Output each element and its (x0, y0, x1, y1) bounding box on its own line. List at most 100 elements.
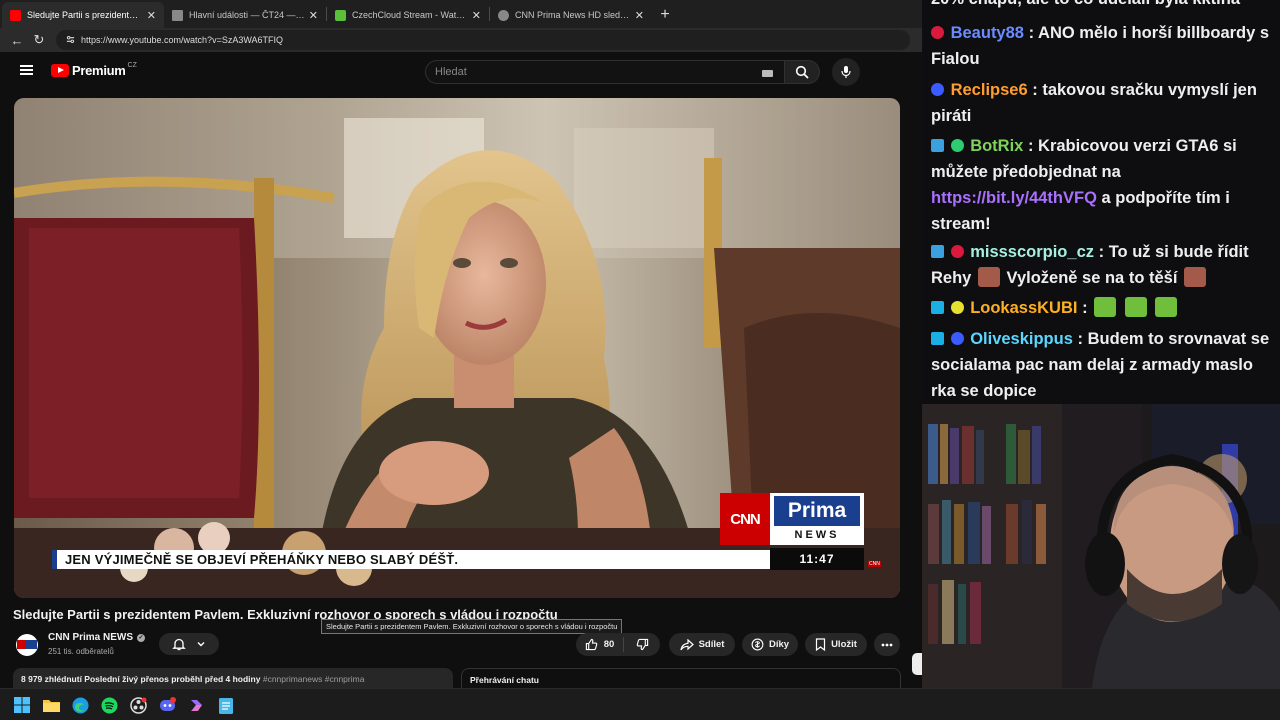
bot-badge-icon (931, 139, 944, 152)
discord-icon[interactable] (158, 696, 176, 714)
tab-ct24[interactable]: Hlavní události — ČT24 — Česká ✕ (164, 2, 326, 28)
avatar-prima-block (26, 640, 37, 649)
spotify-icon[interactable] (100, 696, 118, 714)
money-emote-icon (1124, 297, 1147, 317)
cnn-logo: CNN (720, 493, 770, 545)
subscription-bell-button[interactable] (159, 633, 219, 655)
file-explorer-icon[interactable] (42, 696, 60, 714)
screen: Sledujte Partii s prezidentem Pavle ✕ Hl… (0, 0, 1280, 720)
chat-message: LookassKUBI : (931, 295, 1271, 321)
prima-logo-bottom: NEWS (794, 528, 840, 541)
search-placeholder: Hledat (435, 66, 467, 78)
thumbs-down-icon (636, 638, 648, 651)
close-tab-icon[interactable]: ✕ (309, 9, 318, 22)
avatar-cnn-block (17, 640, 26, 649)
chat-username[interactable]: Oliveskippus (970, 330, 1073, 348)
chat-message: Oliveskippus : Budem to srovnavat se soc… (931, 330, 1270, 400)
like-button[interactable]: 80 (576, 637, 624, 652)
chat-username[interactable]: Beauty88 (951, 24, 1024, 42)
voice-search-button[interactable] (832, 58, 860, 86)
scroll-handle[interactable] (912, 653, 922, 675)
save-button[interactable]: Uložit (805, 633, 867, 656)
viewer-badge-icon (950, 332, 964, 345)
chat-username[interactable]: Reclipse6 (951, 81, 1028, 99)
youtube-premium-logo[interactable]: Premium CZ (51, 62, 137, 78)
chat-message: missscorpio_cz : To už si bude řídit Reh… (931, 243, 1249, 287)
address-bar-row: ← ↻ https://www.youtube.com/watch?v=SzA3… (0, 28, 922, 52)
search-icon (795, 65, 809, 79)
tab-title: Sledujte Partii s prezidentem Pavle (27, 10, 143, 20)
new-tab-button[interactable]: + (652, 2, 678, 28)
refresh-icon[interactable]: ↻ (28, 29, 50, 51)
notepad-icon[interactable] (217, 696, 235, 714)
hashtags[interactable]: #cnnprimanews #cnnprima (263, 674, 365, 684)
chat-link[interactable]: https://bit.ly/44thVFQ (931, 189, 1097, 207)
like-count: 80 (603, 639, 615, 650)
youtube-header: Premium CZ Hledat (0, 56, 922, 88)
video-player[interactable]: CNN Prima NEWS JEN VÝJIMEČNĚ SE OBJEVÍ P… (14, 98, 900, 598)
cube-badge-icon (931, 301, 944, 314)
chat-replay-label: Přehrávání chatu (470, 675, 539, 685)
message-text: 20% chápu, ale to co udělali byla kktina (931, 0, 1240, 8)
obs-studio-icon[interactable] (129, 696, 147, 714)
webcam-image (922, 404, 1280, 688)
tab-cnn-prima[interactable]: CNN Prima News HD sledujte onl ✕ (490, 2, 652, 28)
copilot-icon[interactable] (187, 696, 205, 714)
chat-message-partial: 20% chápu, ale to co udělali byla kktina (931, 0, 1271, 12)
dislike-button[interactable] (624, 638, 660, 651)
czechcloud-favicon-icon (335, 9, 346, 21)
search-input[interactable]: Hledat (425, 60, 785, 84)
chat-message: BotRix : Krabicovou verzi GTA6 si můžete… (931, 137, 1237, 233)
keyboard-icon[interactable] (762, 70, 773, 77)
chat-username[interactable]: BotRix (970, 137, 1023, 155)
viewer-badge-icon (931, 83, 944, 96)
verified-badge-icon (950, 139, 964, 152)
channel-name: CNN Prima NEWS (48, 632, 134, 643)
bookmark-icon (815, 638, 826, 651)
back-arrow-icon[interactable]: ← (6, 29, 28, 51)
channel-name-row[interactable]: CNN Prima NEWS ✓ (48, 632, 146, 643)
more-actions-button[interactable] (874, 633, 900, 656)
menu-hamburger-icon[interactable] (20, 65, 33, 75)
chat-replay-panel[interactable]: Přehrávání chatu (461, 668, 901, 688)
tab-czechcloud[interactable]: CzechCloud Stream - Watch Live ✕ (327, 2, 489, 28)
webcam-feed (922, 404, 1280, 688)
money-emote-icon (1094, 297, 1117, 317)
site-info-icon[interactable] (66, 35, 75, 46)
tab-youtube[interactable]: Sledujte Partii s prezidentem Pavle ✕ (2, 2, 164, 28)
close-tab-icon[interactable]: ✕ (635, 9, 644, 22)
more-dots-icon (881, 643, 893, 646)
face-emote-icon (1184, 267, 1207, 287)
description-box[interactable]: 8 979 zhlédnutí Poslední živý přenos pro… (13, 668, 453, 688)
logo-country: CZ (127, 62, 137, 69)
share-label: Sdílet (698, 639, 725, 650)
close-tab-icon[interactable]: ✕ (472, 9, 481, 22)
broadcast-clock: 11:47 (770, 548, 864, 570)
view-count-and-date: 8 979 zhlédnutí Poslední živý přenos pro… (21, 674, 261, 684)
chat-username[interactable]: LookassKUBI (970, 299, 1077, 317)
channel-avatar[interactable] (16, 634, 38, 656)
message-text: Vyloženě se na to těší (1006, 269, 1178, 287)
url-text: https://www.youtube.com/watch?v=SzA3WA6T… (81, 35, 283, 45)
thanks-button[interactable]: Díky (742, 633, 798, 656)
youtube-favicon-icon (10, 9, 21, 21)
ct24-favicon-icon (172, 9, 183, 21)
youtube-play-icon (51, 64, 69, 77)
windows-start-icon[interactable] (13, 696, 31, 714)
search-button[interactable] (785, 60, 820, 84)
thanks-label: Díky (768, 639, 790, 650)
chat-username[interactable]: missscorpio_cz (970, 243, 1094, 261)
thumbs-up-icon (585, 638, 597, 651)
share-button[interactable]: Sdílet (669, 633, 735, 656)
url-field[interactable]: https://www.youtube.com/watch?v=SzA3WA6T… (56, 30, 910, 50)
close-tab-icon[interactable]: ✕ (147, 9, 156, 22)
stream-chat-panel: 20% chápu, ale to co udělali byla kktina… (922, 0, 1280, 404)
tab-bar: Sledujte Partii s prezidentem Pavle ✕ Hl… (0, 0, 922, 28)
microphone-icon (841, 66, 851, 78)
bell-icon (172, 638, 186, 651)
globe-favicon-icon (498, 9, 509, 21)
taskbar (0, 688, 1280, 720)
browser-window: Sledujte Partii s prezidentem Pavle ✕ Hl… (0, 0, 922, 688)
edge-browser-icon[interactable] (71, 696, 89, 714)
logo-text: Premium (72, 63, 126, 78)
